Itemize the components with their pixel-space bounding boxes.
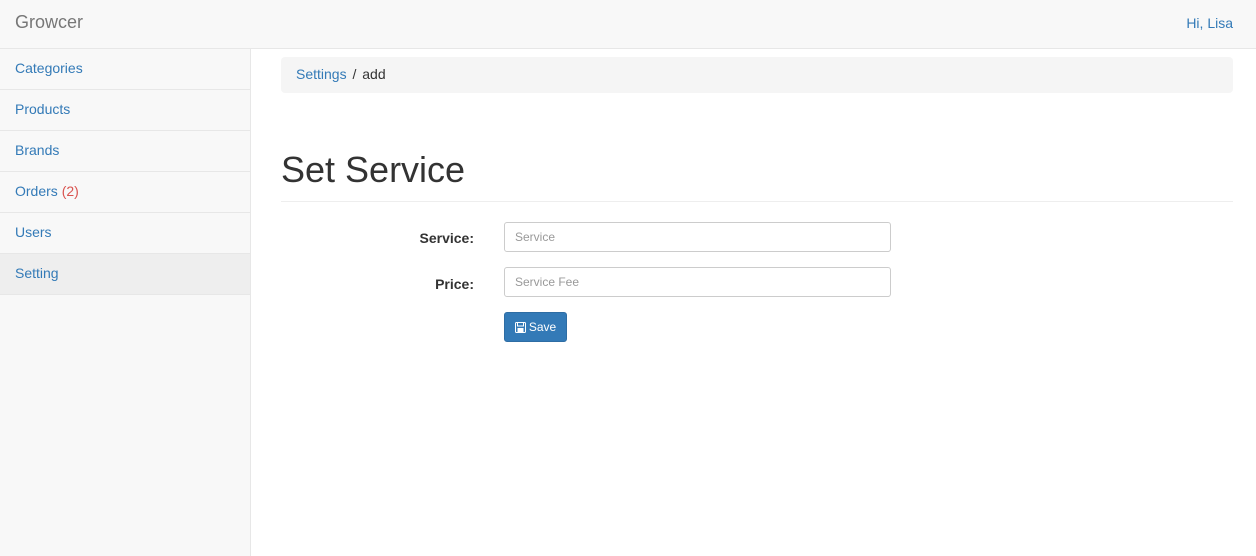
sidebar-item-label: Setting (15, 265, 59, 281)
service-input[interactable] (504, 222, 891, 252)
top-navbar: Growcer Hi, Lisa (0, 0, 1256, 49)
sidebar-item-setting[interactable]: Setting (0, 254, 250, 295)
breadcrumb-current: add (362, 66, 386, 82)
sidebar-item-users[interactable]: Users (0, 213, 250, 254)
sidebar-item-brands[interactable]: Brands (0, 131, 250, 172)
brand-logo[interactable]: Growcer (15, 12, 83, 33)
sidebar-item-orders[interactable]: Orders (2) (0, 172, 250, 213)
sidebar-item-label: Categories (15, 60, 83, 76)
page-title: Set Service (281, 149, 466, 190)
orders-count-badge: (2) (61, 183, 79, 199)
sidebar-item-label: Products (15, 101, 71, 117)
sidebar-item-categories[interactable]: Categories (0, 49, 250, 90)
service-label: Service: (419, 230, 474, 246)
sidebar-item-label: Users (15, 224, 52, 240)
sidebar-item-label: Brands (15, 142, 60, 158)
price-input[interactable] (504, 267, 891, 297)
breadcrumb-settings-link[interactable]: Settings (296, 66, 347, 82)
sidebar: Categories Products Brands Orders (2) Us… (0, 49, 251, 556)
save-button-label: Save (528, 320, 557, 334)
price-label: Price: (435, 276, 474, 292)
user-greeting-link[interactable]: Hi, Lisa (1186, 15, 1233, 31)
sidebar-item-label: Orders (15, 183, 58, 199)
breadcrumb: Settings / add (281, 57, 1233, 93)
sidebar-item-products[interactable]: Products (0, 90, 250, 131)
save-button[interactable]: Save (504, 312, 567, 342)
floppy-disk-icon (514, 321, 526, 333)
breadcrumb-separator: / (352, 66, 357, 82)
title-divider (281, 201, 1233, 202)
